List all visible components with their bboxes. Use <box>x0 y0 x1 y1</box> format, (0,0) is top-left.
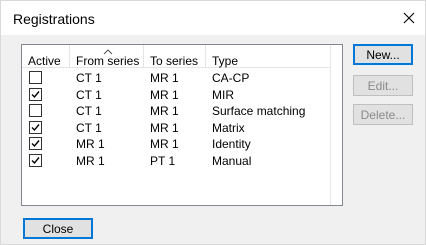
checkmark-icon <box>31 156 40 164</box>
to-series-cell: MR 1 <box>150 120 179 135</box>
registrations-dialog: Registrations Active From series To seri… <box>0 0 426 245</box>
delete-button[interactable]: Delete... <box>353 104 413 125</box>
table-row[interactable]: CT 1 MR 1 MIR <box>22 87 330 104</box>
type-cell: Identity <box>212 137 251 151</box>
checkmark-icon <box>31 140 40 148</box>
checkmark-icon <box>31 90 40 98</box>
active-checkbox[interactable] <box>29 87 42 101</box>
close-button[interactable]: Close <box>23 218 93 239</box>
column-header-to-series[interactable]: To series <box>144 45 206 68</box>
table-row[interactable]: MR 1 MR 1 Identity <box>22 136 330 153</box>
table-row[interactable]: CT 1 MR 1 Surface matching <box>22 103 330 120</box>
edit-button[interactable]: Edit... <box>353 75 413 96</box>
active-checkbox[interactable] <box>29 153 42 167</box>
active-checkbox[interactable] <box>29 104 42 117</box>
active-checkbox[interactable] <box>29 120 42 134</box>
table-row[interactable]: CT 1 MR 1 Matrix <box>22 120 330 137</box>
from-series-cell: MR 1 <box>76 153 105 168</box>
table-row[interactable]: CT 1 MR 1 CA-CP <box>22 70 330 87</box>
column-header-type[interactable]: Type <box>206 45 330 68</box>
from-series-cell: CT 1 <box>76 120 102 135</box>
table-row[interactable]: MR 1 PT 1 Manual <box>22 153 330 170</box>
type-cell: Surface matching <box>212 104 306 118</box>
type-cell: Matrix <box>212 120 245 135</box>
from-series-cell: CT 1 <box>76 87 102 102</box>
checkmark-icon <box>31 123 40 131</box>
from-series-cell: CT 1 <box>76 104 102 118</box>
close-icon[interactable] <box>397 7 421 29</box>
vertical-scrollbar[interactable] <box>330 45 342 205</box>
to-series-cell: MR 1 <box>150 104 179 118</box>
active-checkbox[interactable] <box>29 137 42 150</box>
type-cell: Manual <box>212 153 252 168</box>
sort-ascending-icon <box>103 44 113 55</box>
to-series-cell: PT 1 <box>150 153 176 168</box>
to-series-cell: MR 1 <box>150 137 179 151</box>
active-checkbox[interactable] <box>29 71 42 84</box>
from-series-cell: MR 1 <box>76 137 105 151</box>
column-header-active[interactable]: Active <box>22 45 70 68</box>
new-button[interactable]: New... <box>353 44 413 65</box>
title-bar: Registrations <box>1 1 425 35</box>
registrations-list[interactable]: Active From series To series Type CT 1 MR… <box>21 44 343 206</box>
list-header: Active From series To series Type <box>22 45 330 68</box>
type-cell: MIR <box>212 87 234 102</box>
from-series-cell: CT 1 <box>76 71 102 85</box>
window-title: Registrations <box>13 11 95 27</box>
to-series-cell: MR 1 <box>150 87 179 102</box>
type-cell: CA-CP <box>212 71 250 85</box>
to-series-cell: MR 1 <box>150 71 179 85</box>
